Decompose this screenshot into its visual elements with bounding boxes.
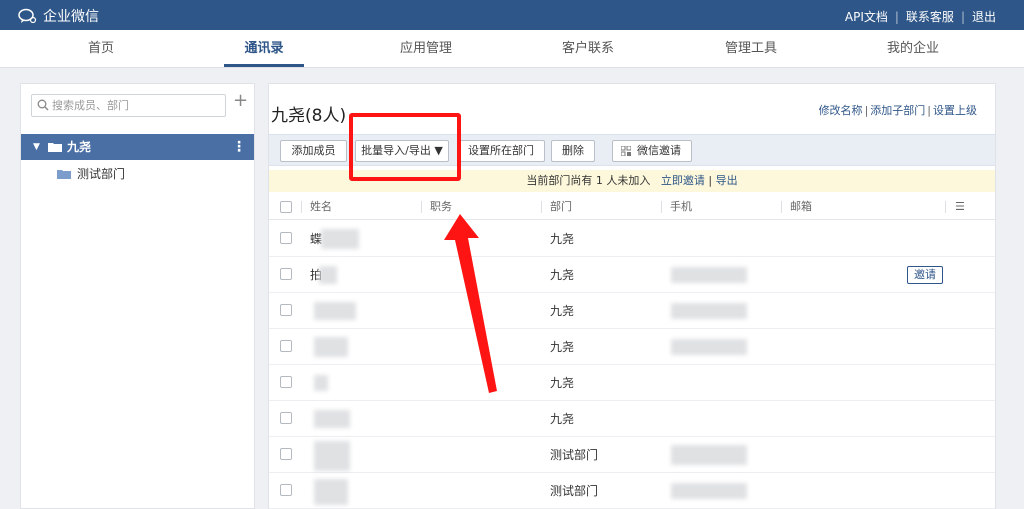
annotation-arrow bbox=[444, 214, 497, 393]
